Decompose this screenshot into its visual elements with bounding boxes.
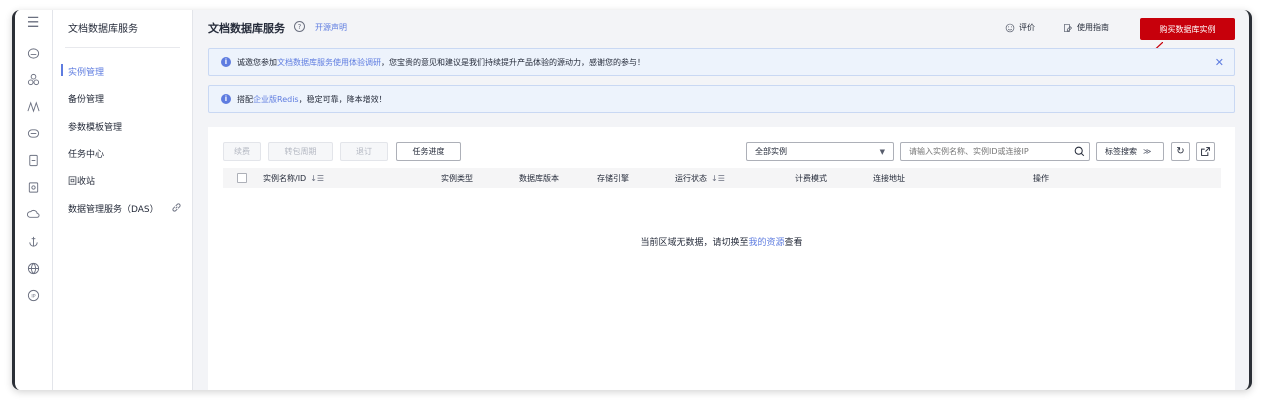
double-chevron-down-icon: ≫ — [1143, 147, 1152, 156]
anchor-icon[interactable] — [26, 234, 40, 248]
cloud-icon[interactable] — [26, 46, 40, 60]
cluster-icon[interactable] — [26, 72, 40, 86]
guide-button[interactable]: 使用指南 — [1063, 22, 1109, 33]
sort-icon[interactable]: ↓☰ — [711, 174, 725, 183]
redis-banner: i 搭配 企业版Redis ，稳定可靠，降本增效！ — [208, 85, 1235, 113]
col-instance-name-label: 实例名称/ID — [263, 174, 307, 183]
survey-suffix: ，您宝贵的意见和建议是我们持续提升产品体验的源动力，感谢您的参与！ — [381, 57, 645, 67]
select-all-checkbox[interactable] — [237, 173, 247, 183]
wave-icon[interactable] — [26, 99, 40, 113]
cloud-outline-icon[interactable] — [26, 207, 40, 221]
info-icon: i — [221, 94, 231, 104]
service-rail: ☰ IP — [15, 10, 53, 390]
close-icon[interactable]: ✕ — [1215, 56, 1224, 69]
caret-down-icon: ▼ — [879, 148, 885, 156]
nav-item-task-center[interactable]: 任务中心 — [68, 147, 104, 160]
external-link-icon — [171, 202, 182, 216]
globe-icon[interactable] — [26, 261, 40, 275]
filter-value: 全部实例 — [755, 147, 787, 156]
active-indicator — [61, 64, 63, 76]
instance-panel: 续费 转包周期 退订 任务进度 全部实例 ▼ 标签搜索 ≫ ↻ 实例名称/ID↓… — [208, 127, 1235, 390]
nav-divider — [65, 47, 180, 48]
export-icon[interactable] — [1196, 142, 1215, 161]
table-header: 实例名称/ID ↓☰ 实例类型 数据库版本 存储引擎 运行状态 ↓☰ 计费模式 连接… — [223, 168, 1221, 188]
col-storage-engine: 存储引擎 — [597, 174, 629, 183]
edit-doc-icon — [1064, 23, 1073, 32]
nav-item-param-templates[interactable]: 参数模板管理 — [68, 120, 122, 133]
search-input[interactable] — [900, 142, 1090, 161]
tag-search-label: 标签搜索 — [1105, 147, 1137, 156]
col-billing-mode: 计费模式 — [795, 174, 827, 183]
menu-icon[interactable]: ☰ — [26, 16, 40, 30]
redis-prefix: 搭配 — [237, 94, 253, 104]
col-instance-name[interactable]: 实例名称/ID ↓☰ — [263, 173, 324, 184]
search-icon[interactable] — [1074, 146, 1085, 157]
guide-label: 使用指南 — [1077, 23, 1109, 32]
nav-item-das[interactable]: 数据管理服务（DAS） — [68, 202, 159, 215]
survey-prefix: 诚邀您参加 — [237, 57, 277, 67]
svg-text:IP: IP — [31, 293, 35, 299]
col-run-status-label: 运行状态 — [675, 174, 707, 183]
empty-state: 当前区域无数据，请切换至我的资源查看 — [208, 235, 1235, 248]
col-connection: 连接地址 — [873, 174, 905, 183]
nav-item-backup[interactable]: 备份管理 — [68, 92, 104, 105]
open-source-link[interactable]: 开源声明 — [315, 22, 347, 33]
redis-suffix: ，稳定可靠，降本增效！ — [298, 94, 387, 104]
col-instance-type: 实例类型 — [441, 174, 473, 183]
sort-icon[interactable]: ↓☰ — [310, 174, 324, 183]
rate-button[interactable]: 评价 — [1005, 22, 1035, 33]
unsubscribe-button[interactable]: 退订 — [340, 142, 388, 161]
empty-prefix: 当前区域无数据，请切换至 — [640, 238, 749, 248]
page-title: 文档数据库服务 — [208, 22, 285, 35]
ip-icon[interactable]: IP — [26, 288, 40, 302]
tag-search-button[interactable]: 标签搜索 ≫ — [1096, 142, 1164, 161]
info-icon: i — [221, 57, 231, 67]
service-nav: 文档数据库服务 实例管理 备份管理 参数模板管理 任务中心 回收站 数据管理服务… — [53, 10, 193, 390]
database-icon[interactable] — [26, 126, 40, 140]
security-icon[interactable] — [26, 180, 40, 194]
col-actions: 操作 — [1033, 174, 1049, 183]
console-window: ☰ IP 文档数据库服务 实例管理 备份管理 参数模板管理 任务中心 回收站 数… — [12, 10, 1252, 390]
refresh-icon[interactable]: ↻ — [1171, 142, 1190, 161]
main-content: 文档数据库服务 ? 开源声明 评价 使用指南 购买数据库实例 i 诚邀您参加 文… — [193, 10, 1249, 390]
to-package-button[interactable]: 转包周期 — [268, 142, 333, 161]
buy-instance-button[interactable]: 购买数据库实例 — [1140, 18, 1235, 40]
renew-button[interactable]: 续费 — [223, 142, 261, 161]
rate-label: 评价 — [1019, 23, 1035, 32]
survey-link[interactable]: 文档数据库服务使用体验调研 — [277, 57, 381, 68]
col-run-status[interactable]: 运行状态 ↓☰ — [675, 173, 725, 184]
my-resources-link[interactable]: 我的资源 — [748, 238, 784, 248]
smile-icon — [1005, 23, 1015, 32]
task-progress-button[interactable]: 任务进度 — [396, 142, 461, 161]
survey-banner: i 诚邀您参加 文档数据库服务使用体验调研 ，您宝贵的意见和建议是我们持续提升产… — [208, 48, 1235, 76]
empty-suffix: 查看 — [784, 238, 803, 248]
instance-filter-select[interactable]: 全部实例 ▼ — [746, 142, 894, 161]
storage-icon[interactable] — [26, 153, 40, 167]
nav-item-recycle-bin[interactable]: 回收站 — [68, 174, 95, 187]
redis-link[interactable]: 企业版Redis — [253, 94, 299, 105]
col-db-version: 数据库版本 — [519, 174, 559, 183]
help-icon[interactable]: ? — [294, 21, 305, 32]
nav-item-instances[interactable]: 实例管理 — [68, 65, 104, 78]
nav-title: 文档数据库服务 — [68, 24, 138, 35]
